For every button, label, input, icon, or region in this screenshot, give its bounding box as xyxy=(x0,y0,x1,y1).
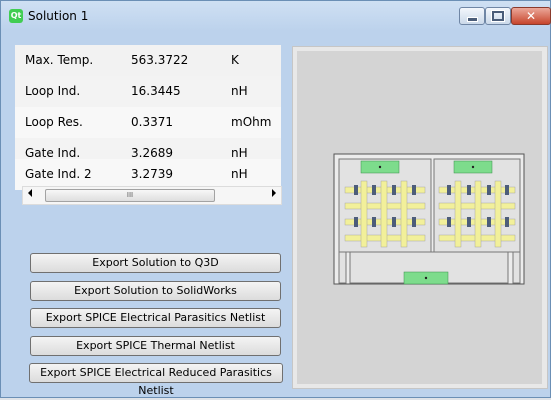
horizontal-scrollbar[interactable]: III xyxy=(22,186,282,205)
window-title: Solution 1 xyxy=(28,9,89,23)
close-icon: ✕ xyxy=(525,9,537,23)
export-spice-parasitics-button[interactable]: Export SPICE Electrical Parasitics Netli… xyxy=(30,308,281,328)
maximize-icon xyxy=(491,10,505,22)
minimize-button[interactable] xyxy=(459,7,485,25)
title-bar[interactable]: Qt Solution 1 ✕ xyxy=(1,1,551,33)
scroll-left-icon[interactable] xyxy=(28,189,32,197)
qt-logo-icon: Qt xyxy=(9,9,23,23)
scrollbar-thumb[interactable]: III xyxy=(45,189,215,202)
result-unit: nH xyxy=(231,146,248,160)
result-value: 16.3445 xyxy=(131,84,181,98)
solution-window: Qt Solution 1 ✕ Max. Temp. 563.3722 K Lo… xyxy=(0,0,551,398)
close-button[interactable]: ✕ xyxy=(511,7,551,25)
minimize-icon xyxy=(466,16,478,22)
export-spice-reduced-button[interactable]: Export SPICE Electrical Reduced Parasiti… xyxy=(29,363,283,397)
result-name: Gate Ind. 2 xyxy=(25,167,92,181)
result-value: 3.2689 xyxy=(131,146,173,160)
right-terminal-strip xyxy=(512,251,521,284)
result-name: Max. Temp. xyxy=(25,53,94,67)
table-row[interactable]: Loop Ind. 16.3445 nH xyxy=(15,76,281,107)
layout-preview-panel[interactable] xyxy=(292,46,548,389)
table-row[interactable]: Loop Res. 0.3371 mOhm xyxy=(15,107,281,138)
export-q3d-button[interactable]: Export Solution to Q3D xyxy=(30,253,281,273)
power-module-layout xyxy=(333,153,525,285)
export-solidworks-button[interactable]: Export Solution to SolidWorks xyxy=(30,281,281,301)
result-value: 563.3722 xyxy=(131,53,189,67)
left-terminal-strip xyxy=(338,251,347,284)
result-name: Loop Res. xyxy=(25,115,83,129)
scroll-right-icon[interactable] xyxy=(272,189,276,197)
result-unit: mOhm xyxy=(231,115,272,129)
table-row[interactable]: Max. Temp. 563.3722 K xyxy=(15,45,281,76)
result-value: 3.2739 xyxy=(131,167,173,181)
result-value: 0.3371 xyxy=(131,115,173,129)
export-spice-thermal-button[interactable]: Export SPICE Thermal Netlist xyxy=(30,336,281,356)
result-name: Loop Ind. xyxy=(25,84,81,98)
result-unit: K xyxy=(231,53,239,67)
result-unit: nH xyxy=(231,167,248,181)
result-name: Gate Ind. xyxy=(25,146,81,160)
layout-preview-canvas xyxy=(297,51,542,384)
maximize-button[interactable] xyxy=(485,7,511,25)
result-unit: nH xyxy=(231,84,248,98)
